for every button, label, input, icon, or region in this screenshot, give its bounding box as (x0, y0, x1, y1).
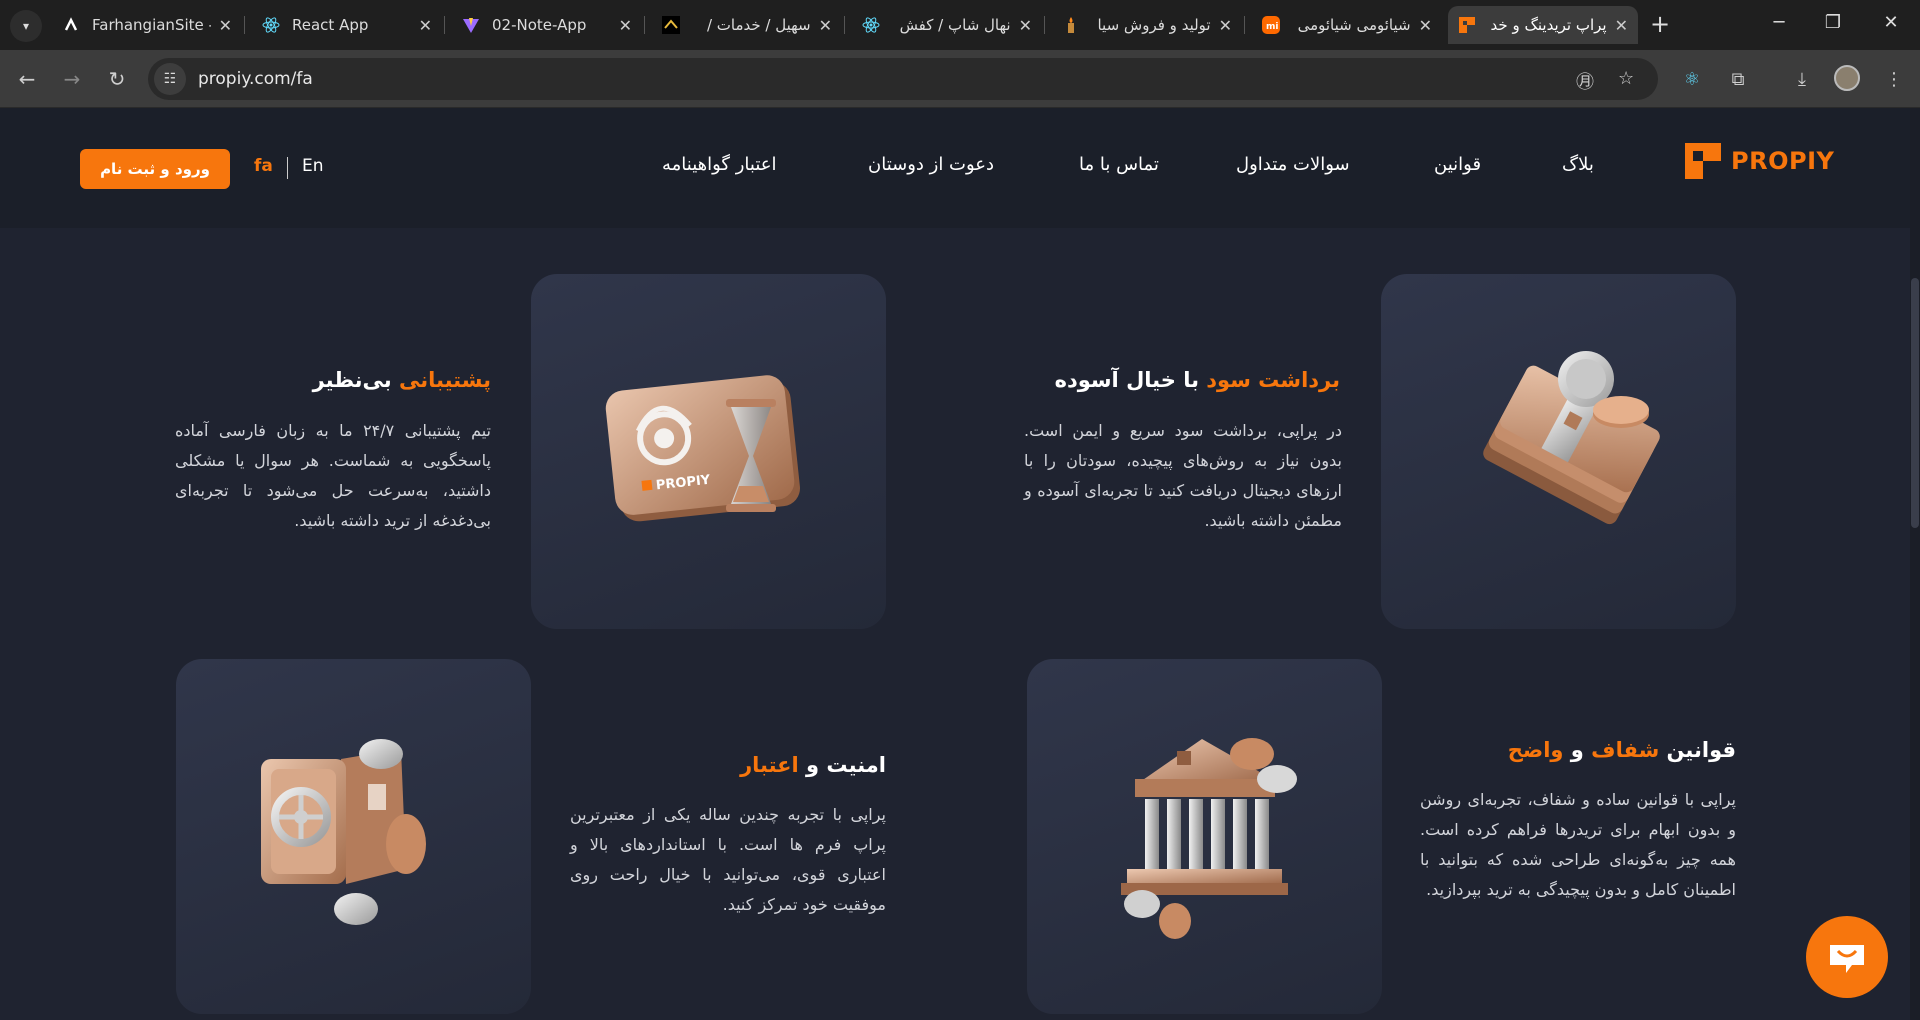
site-info-icon[interactable]: ☷ (154, 63, 186, 95)
feature-title: امنیت و اعتبار (740, 753, 886, 777)
browser-toolbar: ← → ↻ ☷ propiy.com/fa ㊊ ☆ ⚛ ⧉ ⤓ ⋮ (0, 50, 1920, 108)
browser-tab[interactable]: FarhangianSite - ✕ (52, 6, 242, 44)
bank-building-icon (1121, 738, 1297, 939)
url-text[interactable]: propiy.com/fa (198, 69, 313, 89)
nav-faq[interactable]: سوالات متداول (1236, 154, 1350, 175)
close-icon[interactable]: ✕ (1219, 16, 1232, 35)
lang-divider (287, 157, 288, 179)
browser-tab[interactable]: mi شیائومی شیائومی ✕ (1252, 6, 1442, 44)
propiy-logo-icon (1685, 143, 1721, 179)
chat-support-button[interactable] (1806, 916, 1888, 998)
lang-en-link[interactable]: En (302, 156, 324, 176)
site-header: ورود و ثبت نام fa En اعتبار گواهینامه دع… (0, 108, 1910, 228)
close-icon[interactable]: ✕ (1419, 16, 1432, 35)
feature-description: تیم پشتیبانی ۲۴/۷ ما به زبان فارسی آماده… (175, 421, 491, 530)
new-tab-button[interactable]: + (1650, 12, 1670, 36)
money-stack-icon (1483, 351, 1660, 525)
forward-icon[interactable]: → (57, 64, 87, 94)
close-icon[interactable]: ✕ (619, 16, 632, 35)
translate-icon[interactable]: ㊊ (1576, 68, 1594, 94)
nav-rules[interactable]: قوانین (1434, 154, 1481, 175)
close-icon[interactable]: ✕ (419, 16, 432, 35)
bookmark-star-icon[interactable]: ☆ (1618, 68, 1634, 89)
chat-bubble-icon (1830, 945, 1864, 973)
scrollbar-thumb[interactable] (1911, 278, 1919, 528)
support-hourglass-icon: PROPIY (605, 375, 800, 522)
nav-certificate[interactable]: اعتبار گواهینامه (662, 154, 777, 175)
site-logo[interactable]: PROPIY (1683, 141, 1834, 181)
feature-image-card: PROPIY (531, 274, 886, 629)
extensions-icon[interactable]: ⧉ (1724, 65, 1752, 93)
profile-avatar[interactable] (1834, 65, 1860, 91)
minimize-icon[interactable]: ─ (1764, 12, 1794, 33)
menu-kebab-icon[interactable]: ⋮ (1880, 65, 1908, 93)
candle-icon (1062, 16, 1080, 34)
vite-icon (462, 16, 480, 34)
nav-blog[interactable]: بلاگ (1562, 154, 1594, 175)
svg-text:mi: mi (1266, 22, 1278, 32)
lang-fa-link[interactable]: fa (254, 156, 273, 176)
restore-icon[interactable]: ❐ (1818, 12, 1848, 33)
login-register-button[interactable]: ورود و ثبت نام (80, 149, 230, 189)
page-content: ورود و ثبت نام fa En اعتبار گواهینامه دع… (0, 108, 1920, 1020)
propiy-icon (1458, 16, 1476, 34)
feature-description: پراپی با قوانین ساده و شفاف، تجربه‌ای رو… (1420, 790, 1736, 899)
react-icon (862, 16, 880, 34)
page-scrollbar[interactable] (1910, 108, 1920, 1020)
farhangian-icon (62, 16, 80, 34)
tab-search-button[interactable]: ▾ (10, 10, 42, 42)
browser-tab-active[interactable]: پراپ تریدینگ و خد ✕ (1448, 6, 1638, 44)
browser-tab[interactable]: 02-Note-App ✕ (452, 6, 642, 44)
browser-tab[interactable]: تولید و فروش سیا ✕ (1052, 6, 1242, 44)
feature-image-card (1381, 274, 1736, 629)
mi-icon: mi (1262, 16, 1280, 34)
close-icon[interactable]: ✕ (1615, 16, 1628, 35)
address-bar[interactable]: ☷ propiy.com/fa ㊊ ☆ (148, 58, 1658, 100)
chevron-down-icon: ▾ (22, 19, 30, 33)
browser-tab[interactable]: React App ✕ (252, 6, 442, 44)
feature-title: برداشت سود با خیال آسوده (1054, 368, 1340, 392)
window-close-icon[interactable]: ✕ (1876, 12, 1906, 33)
feature-title: قوانین شفاف و واضح (1507, 738, 1736, 762)
nav-contact[interactable]: تماس با ما (1079, 154, 1159, 175)
close-icon[interactable]: ✕ (819, 16, 832, 35)
browser-tab-strip: ▾ FarhangianSite - ✕ React App ✕ 02-Note… (0, 0, 1920, 50)
download-icon[interactable]: ⤓ (1788, 65, 1816, 93)
safe-icon (261, 739, 426, 925)
feature-image-card (176, 659, 531, 1014)
browser-tab[interactable]: نهال شاپ / کفش ✕ (852, 6, 1042, 44)
site-icon (662, 16, 680, 34)
nav-invite-friends[interactable]: دعوت از دوستان (868, 154, 994, 175)
react-icon (262, 16, 280, 34)
react-devtools-icon[interactable]: ⚛ (1678, 65, 1706, 93)
close-icon[interactable]: ✕ (1019, 16, 1032, 35)
reload-icon[interactable]: ↻ (102, 64, 132, 94)
feature-image-card (1027, 659, 1382, 1014)
feature-title: پشتیبانی بی‌نظیر (312, 368, 491, 392)
feature-description: پراپی با تجربه چندین ساله یکی از معتبرتر… (570, 805, 886, 914)
feature-description: در پراپی، برداشت سود سریع و ایمن است. بد… (1024, 421, 1342, 530)
close-icon[interactable]: ✕ (219, 16, 232, 35)
back-icon[interactable]: ← (12, 64, 42, 94)
browser-tab[interactable]: سهیل / خدمات / ✕ (652, 6, 842, 44)
